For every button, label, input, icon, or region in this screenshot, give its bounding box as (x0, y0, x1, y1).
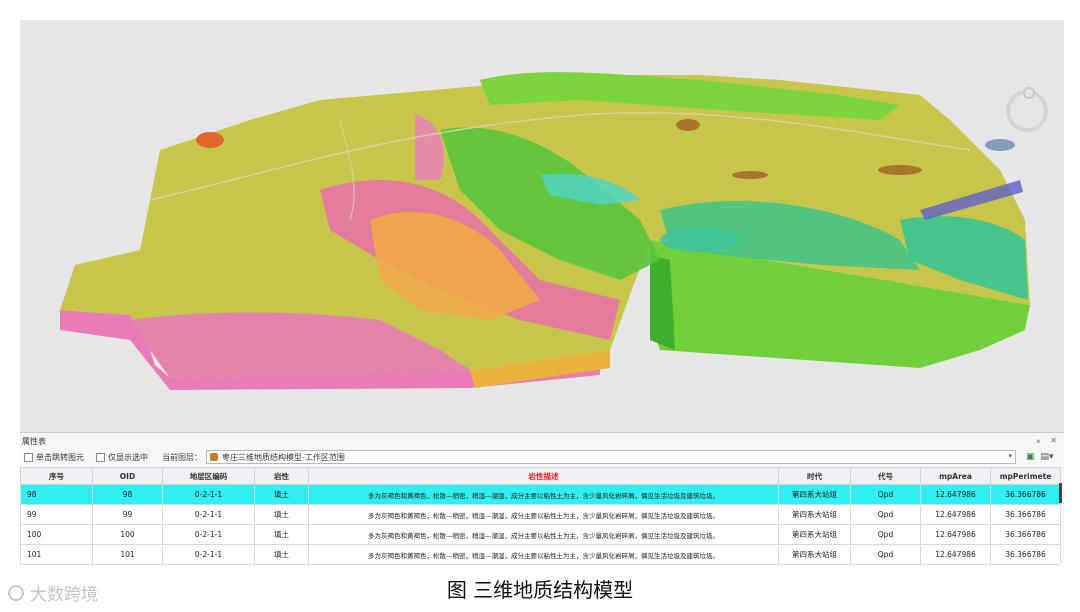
grey-spot (985, 139, 1015, 151)
table-cell: 多为灰褐色和黄褐色，松散—稍密，稍湿—潮湿，成分主要以粘性土为主，含少量风化岩碎… (308, 524, 779, 545)
table-cell: 0-2-1-1 (162, 524, 255, 545)
table-cell: 多为灰褐色和黄褐色，松散—稍密，稍湿—潮湿，成分主要以粘性土为主，含少量风化岩碎… (308, 544, 779, 565)
flash-on-click-checkbox[interactable]: 单击跳转图元 (24, 452, 84, 463)
table-scrollbar[interactable] (1059, 483, 1062, 503)
table-cell: 填土 (254, 544, 309, 565)
geological-model (60, 72, 1030, 390)
attribute-panel: 属性表 ⌅ ✕ 单击跳转图元 仅显示选中 当前图层： 枣庄三维地质结构模型-工作… (20, 432, 1064, 565)
table-cell: Qpd (850, 504, 921, 525)
table-cell: 第四系大站组 (778, 504, 851, 525)
toolbar-icons: ▣ ▤▾ (1026, 452, 1054, 462)
column-header-highlighted[interactable]: 岩性描述 (308, 467, 779, 485)
brown-spot-1 (676, 119, 700, 131)
compass-icon[interactable] (1006, 87, 1048, 132)
panel-window-controls[interactable]: ⌅ ✕ (1035, 436, 1060, 445)
table-cell: 第四系大站组 (778, 484, 851, 505)
table-cell: 101 (20, 544, 93, 565)
table-cell: 99 (20, 504, 93, 525)
column-header[interactable]: 代号 (850, 467, 921, 485)
table-cell: 101 (92, 544, 163, 565)
table-cell: 36.366786 (990, 484, 1061, 505)
table-cell: Qpd (850, 544, 921, 565)
table-cell: 0-2-1-1 (162, 484, 255, 505)
checkbox-icon (96, 452, 105, 462)
panel-title: 属性表 (22, 437, 46, 446)
layer-label: 当前图层： (162, 452, 202, 462)
table-cell: 第四系大站组 (778, 544, 851, 565)
table-row-selected[interactable]: 98 98 0-2-1-1 填土 多为灰褐色和黄褐色，松散—稍密，稍湿—潮湿，成… (20, 484, 1061, 505)
column-header[interactable]: 序号 (20, 467, 93, 485)
table-cell: 12.647986 (920, 544, 991, 565)
table-cell: 12.647986 (920, 504, 991, 525)
table-row[interactable]: 99 99 0-2-1-1 填土 多为灰褐色和黄褐色，松散—稍密，稍湿—潮湿，成… (20, 504, 1061, 525)
layer-select-value: 枣庄三维地质结构模型-工作区范围 (222, 452, 345, 462)
table-cell: 100 (92, 524, 163, 545)
table-cell: 100 (20, 524, 93, 545)
show-selected-checkbox[interactable]: 仅显示选中 (96, 452, 148, 463)
brown-spot-2 (732, 171, 768, 179)
table-cell: Qpd (850, 524, 921, 545)
figure-caption: 图 三维地质结构模型 (446, 578, 634, 602)
table-cell: 填土 (254, 524, 309, 545)
table-row[interactable]: 101 101 0-2-1-1 填土 多为灰褐色和黄褐色，松散—稍密，稍湿—潮湿… (20, 544, 1061, 565)
table-cell: 0-2-1-1 (162, 504, 255, 525)
export-icon[interactable]: ▣ (1026, 452, 1035, 462)
column-header[interactable]: mpPerimete (990, 467, 1061, 485)
table-cell: 36.366786 (990, 524, 1061, 545)
columns-icon[interactable]: ▤▾ (1041, 452, 1054, 462)
column-header[interactable]: OID (92, 467, 163, 485)
table-cell: 12.647986 (920, 524, 991, 545)
table-cell: 36.366786 (990, 504, 1061, 525)
table-cell: 36.366786 (990, 544, 1061, 565)
table-cell: 多为灰褐色和黄褐色，松散—稍密，稍湿—潮湿，成分主要以粘性土为主，含少量风化岩碎… (308, 504, 779, 525)
table-cell: 第四系大站组 (778, 524, 851, 545)
orange-spot-left (196, 132, 224, 148)
attribute-table: 序号 OID 地层区编码 岩性 岩性描述 时代 代号 mpArea mpPeri… (20, 467, 1061, 565)
brown-spot-3 (878, 165, 922, 175)
map-viewport[interactable] (20, 20, 1064, 432)
chevron-down-icon: ▾ (1008, 452, 1012, 460)
teal-pond (660, 228, 740, 252)
table-cell: 99 (92, 504, 163, 525)
table-cell: 填土 (254, 484, 309, 505)
table-cell: 12.647986 (920, 484, 991, 505)
table-cell: Qpd (850, 484, 921, 505)
table-cell: 填土 (254, 504, 309, 525)
table-cell: 98 (20, 484, 93, 505)
layer-icon (210, 453, 218, 461)
table-cell: 98 (92, 484, 163, 505)
table-cell: 多为灰褐色和黄褐色，松散—稍密，稍湿—潮湿，成分主要以粘性土为主，含少量风化岩碎… (308, 484, 779, 505)
table-cell: 0-2-1-1 (162, 544, 255, 565)
layer-select[interactable]: 枣庄三维地质结构模型-工作区范围 ▾ (206, 450, 1016, 464)
table-row[interactable]: 100 100 0-2-1-1 填土 多为灰褐色和黄褐色，松散—稍密，稍湿—潮湿… (20, 524, 1061, 545)
column-header[interactable]: 时代 (778, 467, 851, 485)
column-header[interactable]: 地层区编码 (162, 467, 255, 485)
panel-toolbar: 单击跳转图元 仅显示选中 当前图层： 枣庄三维地质结构模型-工作区范围 ▾ ▣ … (20, 449, 1064, 465)
column-header[interactable]: mpArea (920, 467, 991, 485)
column-header[interactable]: 岩性 (254, 467, 309, 485)
table-header-row: 序号 OID 地层区编码 岩性 岩性描述 时代 代号 mpArea mpPeri… (20, 467, 1061, 485)
checkbox-icon (24, 452, 33, 462)
